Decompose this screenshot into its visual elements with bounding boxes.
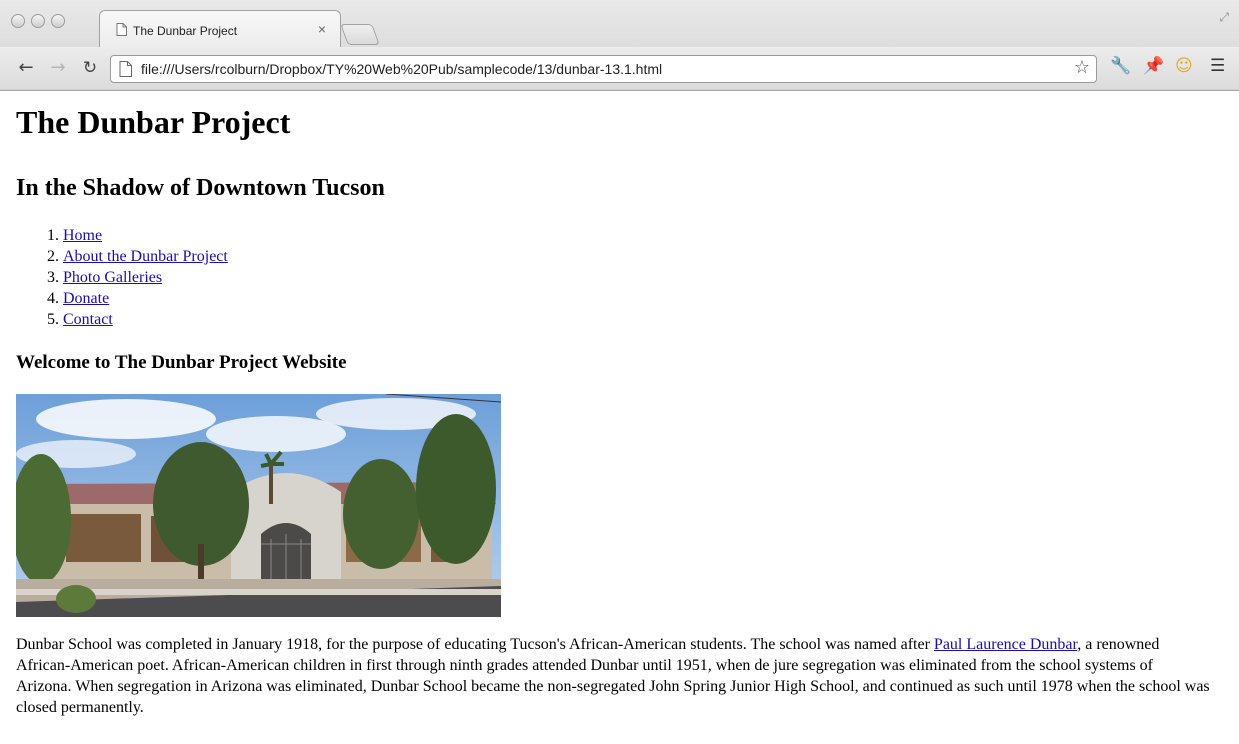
nav-link-home[interactable]: Home (63, 227, 102, 244)
page-title: The Dunbar Project (16, 104, 291, 140)
new-tab-button[interactable] (340, 24, 380, 45)
page-content: The Dunbar Project In the Shadow of Down… (16, 90, 1226, 718)
reload-icon[interactable]: ↻ (78, 56, 102, 80)
intro-paragraph: Dunbar School was completed in January 1… (16, 634, 1211, 718)
tab-close-icon[interactable]: × (318, 21, 326, 37)
nav-item: About the Dunbar Project (63, 246, 1226, 267)
site-navigation: Home About the Dunbar Project Photo Gall… (16, 225, 1226, 330)
address-url: file:///Users/rcolburn/Dropbox/TY%20Web%… (141, 61, 663, 77)
window-controls (11, 14, 65, 28)
nav-item: Home (63, 225, 1226, 246)
nav-link-photo-galleries[interactable]: Photo Galleries (63, 269, 162, 286)
bookmark-star-icon[interactable]: ☆ (1074, 57, 1090, 78)
nav-link-donate[interactable]: Donate (63, 290, 109, 307)
browser-chrome: The Dunbar Project × ⤢ ← → ↻ file:///Use… (0, 0, 1239, 91)
browser-tab[interactable]: The Dunbar Project × (99, 10, 341, 48)
address-bar[interactable]: file:///Users/rcolburn/Dropbox/TY%20Web%… (110, 55, 1097, 83)
nav-link-about[interactable]: About the Dunbar Project (63, 248, 228, 265)
forward-arrow-icon[interactable]: → (46, 56, 70, 80)
wrench-icon[interactable]: 🔧 (1110, 56, 1131, 76)
tab-title: The Dunbar Project (133, 24, 238, 38)
paul-laurence-dunbar-link[interactable]: Paul Laurence Dunbar (934, 636, 1077, 653)
fullscreen-icon[interactable]: ⤢ (1219, 10, 1229, 25)
extension-icon[interactable]: ☺ (1175, 56, 1193, 76)
nav-item: Donate (63, 288, 1226, 309)
nav-item: Contact (63, 309, 1226, 330)
close-window-button[interactable] (11, 14, 25, 28)
back-arrow-icon[interactable]: ← (14, 56, 38, 80)
nav-link-contact[interactable]: Contact (63, 311, 113, 328)
menu-icon[interactable]: ☰ (1210, 56, 1225, 76)
pin-icon[interactable]: 📌 (1143, 56, 1164, 76)
welcome-heading: Welcome to The Dunbar Project Website (16, 352, 347, 373)
zoom-window-button[interactable] (51, 14, 65, 28)
toolbar: ← → ↻ file:///Users/rcolburn/Dropbox/TY%… (0, 47, 1239, 89)
nav-item: Photo Galleries (63, 267, 1226, 288)
page-subtitle: In the Shadow of Downtown Tucson (16, 175, 385, 201)
paragraph-text-before-link: Dunbar School was completed in January 1… (16, 636, 934, 653)
page-icon (116, 23, 127, 36)
dunbar-school-photo (16, 394, 501, 617)
page-icon (119, 61, 132, 77)
minimize-window-button[interactable] (31, 14, 45, 28)
